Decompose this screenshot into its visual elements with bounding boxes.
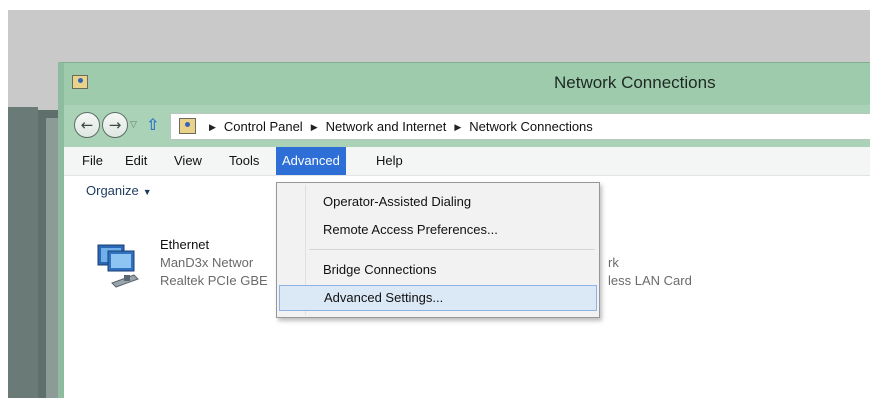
connection-adapter: less LAN Card	[608, 273, 692, 288]
connection-network: rk	[608, 255, 619, 270]
menu-edit[interactable]: Edit	[119, 151, 153, 171]
menu-item-bridge-connections[interactable]: Bridge Connections	[279, 257, 597, 283]
back-arrow-icon: ←	[80, 116, 94, 134]
menu-tools[interactable]: Tools	[223, 151, 265, 171]
organize-label: Organize	[86, 183, 139, 198]
up-button[interactable]: ⇧	[146, 115, 159, 134]
menu-separator	[309, 249, 595, 250]
menu-file[interactable]: File	[76, 151, 109, 171]
window-title: Network Connections	[554, 73, 716, 92]
address-bar[interactable]: ▶ Control Panel ▶ Network and Internet ▶ Netw…	[170, 113, 870, 140]
connection-name[interactable]: Ethernet	[160, 237, 209, 252]
chevron-down-icon: ▽	[130, 120, 137, 130]
chevron-right-icon[interactable]: ▶	[209, 122, 216, 132]
menu-advanced[interactable]: Advanced	[276, 147, 346, 175]
menu-help[interactable]: Help	[370, 151, 409, 171]
breadcrumb-network-connections[interactable]: Network Connections	[469, 119, 593, 134]
up-arrow-icon: ⇧	[146, 115, 160, 134]
connection-network: ManD3x Networ	[160, 255, 254, 270]
title-bar[interactable]: Network Connections	[64, 63, 870, 105]
breadcrumb-network-and-internet[interactable]: Network and Internet	[326, 119, 447, 134]
network-adapter-icon[interactable]	[94, 241, 142, 291]
background-shape	[8, 107, 38, 398]
menu-item-advanced-settings[interactable]: Advanced Settings...	[279, 285, 597, 311]
chevron-right-icon[interactable]: ▶	[311, 122, 318, 132]
navigation-bar: ← → ▽ ⇧ ▶ Control Panel ▶ Network and Inter…	[64, 105, 870, 147]
control-panel-icon	[72, 75, 88, 89]
menu-item-operator-assisted-dialing[interactable]: Operator-Assisted Dialing	[279, 189, 597, 215]
forward-button[interactable]: →	[102, 112, 128, 138]
back-button[interactable]: ←	[74, 112, 100, 138]
breadcrumb: ▶ Control Panel ▶ Network and Internet ▶ Netw…	[201, 119, 593, 134]
chevron-right-icon[interactable]: ▶	[454, 122, 461, 132]
connection-adapter: Realtek PCIe GBE	[160, 273, 268, 288]
forward-arrow-icon: →	[108, 116, 122, 134]
caret-down-icon: ▼	[142, 187, 152, 197]
advanced-menu-dropdown: Operator-Assisted Dialing Remote Access …	[276, 182, 600, 318]
background-frame	[38, 110, 58, 398]
menu-bar: File Edit View Tools Advanced Help	[64, 147, 870, 176]
breadcrumb-control-panel[interactable]: Control Panel	[224, 119, 303, 134]
menu-view[interactable]: View	[168, 151, 208, 171]
menu-item-remote-access-preferences[interactable]: Remote Access Preferences...	[279, 217, 597, 243]
organize-button[interactable]: Organize ▼	[86, 183, 152, 198]
control-panel-icon	[179, 118, 196, 134]
recent-locations-dropdown[interactable]: ▽	[130, 120, 137, 130]
